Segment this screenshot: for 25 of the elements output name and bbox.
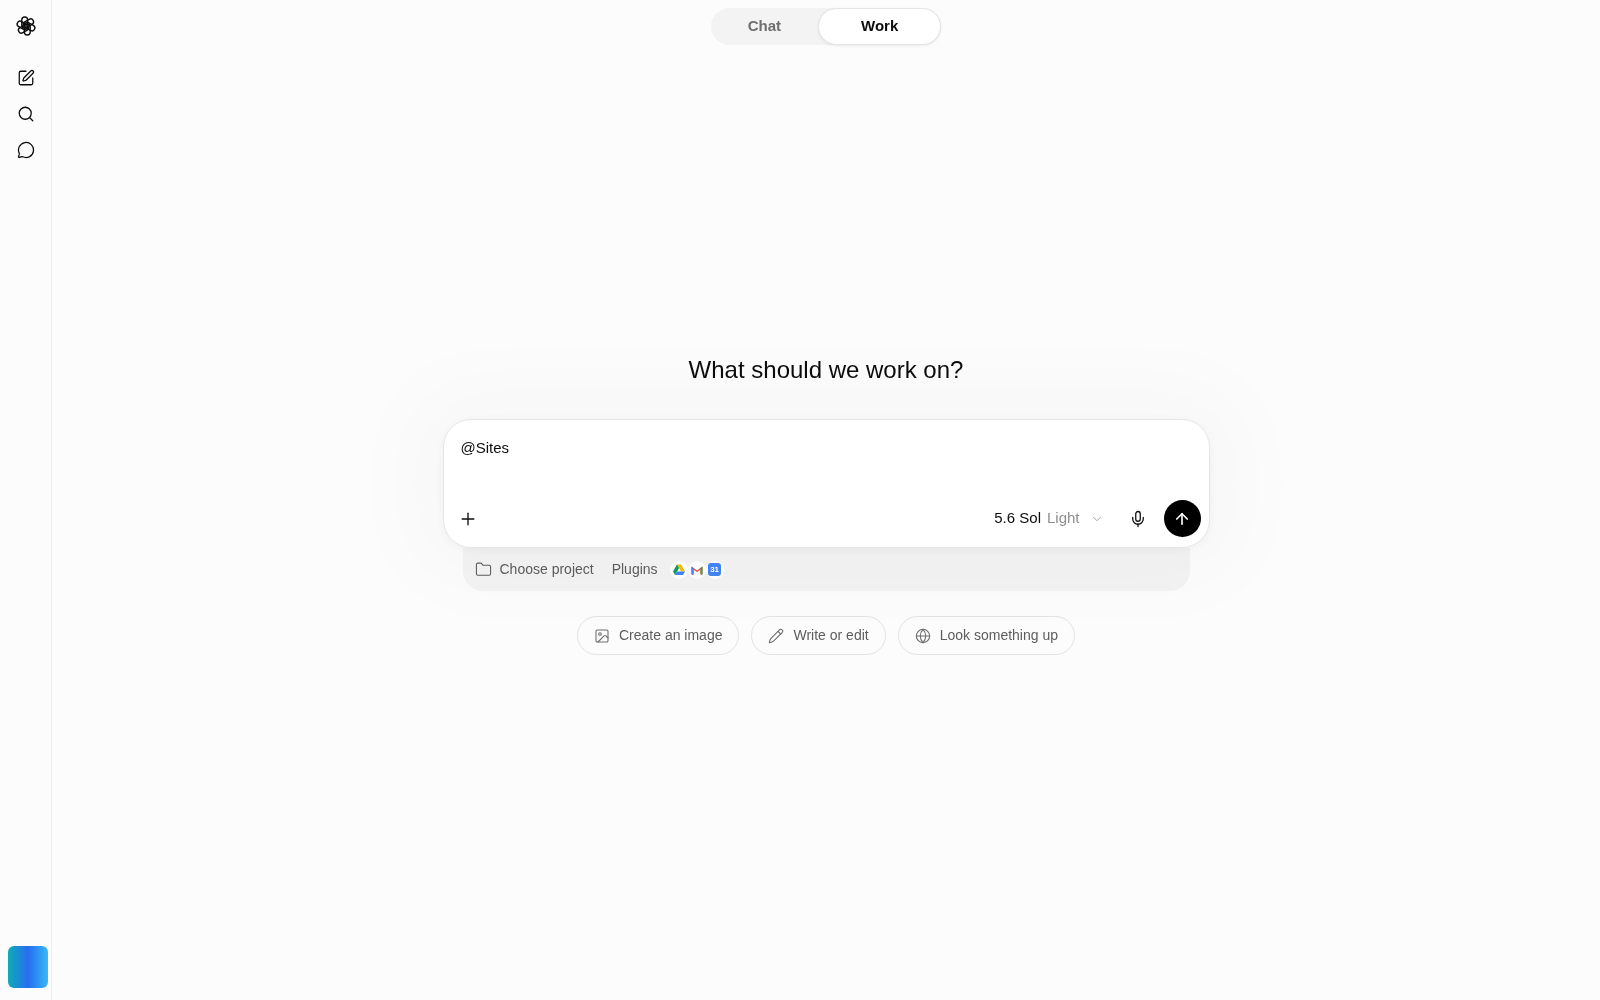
logo-icon <box>14 15 37 37</box>
image-icon <box>593 627 610 644</box>
model-name: 5.6 Sol <box>994 508 1041 529</box>
effort-level: Light <box>1046 508 1080 529</box>
pencil-icon <box>768 627 785 644</box>
globe-icon <box>914 627 931 644</box>
edit-icon <box>16 69 35 87</box>
drive-icon <box>669 560 688 579</box>
folder-icon <box>474 561 492 578</box>
mode-tab[interactable]: Chat <box>710 8 819 45</box>
calendar-icon: 31 <box>705 560 724 579</box>
mail-icon <box>687 560 706 579</box>
avatar-tile[interactable] <box>8 946 48 988</box>
plugins-button[interactable]: Plugins <box>609 554 660 585</box>
message-field[interactable]: @Sites <box>451 437 1201 500</box>
search-icon <box>16 105 35 123</box>
page-heading: What should we work on? <box>688 355 964 385</box>
suggestion-chip[interactable]: Create an image <box>576 616 740 655</box>
model-selector[interactable]: 5.6 Sol Light <box>986 502 1112 535</box>
choose-project-button[interactable]: Choose project <box>472 554 596 585</box>
suggestion-chip[interactable]: Look something up <box>897 616 1075 655</box>
chat-bubble-icon <box>16 141 35 159</box>
suggestion-chip[interactable]: Write or edit <box>751 616 886 655</box>
send-button[interactable] <box>1163 500 1201 537</box>
mode-tab[interactable]: Work <box>818 8 942 45</box>
